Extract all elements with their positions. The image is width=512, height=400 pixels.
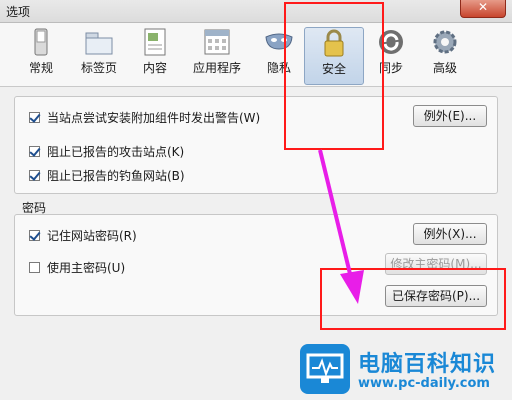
- remember-passwords-label: 记住网站密码(R): [47, 229, 137, 243]
- annotation-arrow: [318, 149, 364, 304]
- warn-addons-label: 当站点尝试安装附加组件时发出警告(W): [47, 111, 261, 125]
- warn-addons-option[interactable]: 当站点尝试安装附加组件时发出警告(W): [29, 109, 260, 126]
- watermark-title: 电脑百科知识: [358, 352, 497, 377]
- annotation-highlight-box: [284, 2, 384, 150]
- block-attack-label: 阻止已报告的攻击站点(K): [47, 145, 185, 159]
- warn-addons-checkbox[interactable]: [29, 112, 40, 123]
- switch-icon: [34, 28, 48, 56]
- preferences-toolbar: 常规 标签页 内容 应用程序 隐私 安全 同步 高级: [0, 23, 512, 87]
- page-icon: [144, 28, 166, 56]
- title-bar: 选项 ✕: [0, 0, 512, 23]
- remember-passwords-option[interactable]: 记住网站密码(R): [29, 227, 137, 244]
- block-attack-checkbox[interactable]: [29, 146, 40, 157]
- folder-tabs-icon: [85, 32, 113, 55]
- tab-advanced[interactable]: 高级: [416, 27, 474, 83]
- tab-general[interactable]: 常规: [12, 27, 70, 83]
- calendar-icon: [204, 29, 230, 55]
- remember-passwords-checkbox[interactable]: [29, 230, 40, 241]
- master-password-option[interactable]: 使用主密码(U): [29, 259, 125, 276]
- block-forgery-label: 阻止已报告的钓鱼网站(B): [47, 169, 185, 183]
- master-password-label: 使用主密码(U): [47, 261, 126, 275]
- watermark-url: www.pc-daily.com: [358, 376, 490, 391]
- master-password-checkbox[interactable]: [29, 262, 40, 273]
- block-attack-option[interactable]: 阻止已报告的攻击站点(K): [29, 143, 184, 160]
- tab-content[interactable]: 内容: [126, 27, 184, 83]
- tab-label: 高级: [432, 61, 457, 75]
- window-title: 选项: [6, 5, 31, 19]
- tab-tabs[interactable]: 标签页: [70, 27, 128, 83]
- tab-label: 常规: [28, 61, 53, 75]
- tab-applications[interactable]: 应用程序: [186, 27, 248, 83]
- security-panel: 当站点尝试安装附加组件时发出警告(W) 例外(E)... 阻止已报告的攻击站点(…: [14, 96, 498, 194]
- gear-icon: [433, 30, 457, 54]
- password-exceptions-button[interactable]: 例外(X)...: [413, 223, 487, 245]
- block-forgery-option[interactable]: 阻止已报告的钓鱼网站(B): [29, 167, 185, 184]
- tab-label: 应用程序: [192, 61, 241, 75]
- tab-label: 内容: [142, 61, 167, 75]
- watermark: 电脑百科知识 www.pc-daily.com: [296, 338, 512, 400]
- close-button[interactable]: ✕: [460, 0, 506, 18]
- monitor-logo-icon: [300, 344, 350, 394]
- tab-label: 标签页: [80, 61, 117, 75]
- addon-exceptions-button[interactable]: 例外(E)...: [413, 105, 487, 127]
- block-forgery-checkbox[interactable]: [29, 170, 40, 181]
